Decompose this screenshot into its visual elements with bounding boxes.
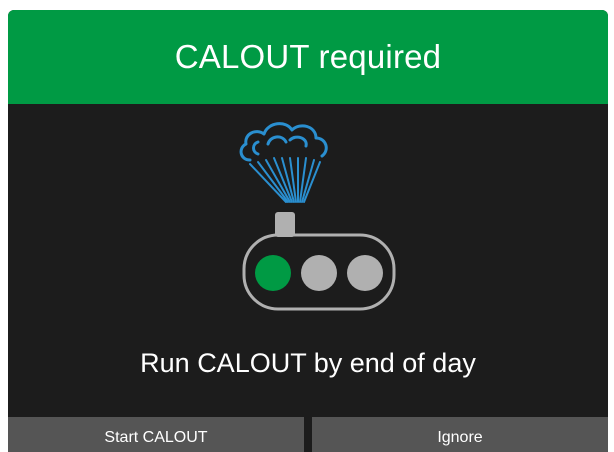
start-calout-button[interactable]: Start CALOUT xyxy=(8,417,304,452)
dialog-header: CALOUT required xyxy=(8,10,608,104)
status-light-inactive xyxy=(301,255,337,291)
signal-rays xyxy=(249,157,321,203)
cloud-icon xyxy=(239,122,328,162)
dialog-actions: Start CALOUT Ignore xyxy=(8,417,608,452)
status-light-inactive xyxy=(347,255,383,291)
calout-dialog: CALOUT required Run CALOUT by end of day… xyxy=(8,10,608,452)
dialog-message: Run CALOUT by end of day xyxy=(140,348,476,378)
ignore-button[interactable]: Ignore xyxy=(312,417,608,452)
dialog-title: CALOUT required xyxy=(174,38,442,75)
cloud-sync-device-icon xyxy=(239,122,396,311)
status-light-active xyxy=(255,255,291,291)
antenna xyxy=(275,212,295,237)
